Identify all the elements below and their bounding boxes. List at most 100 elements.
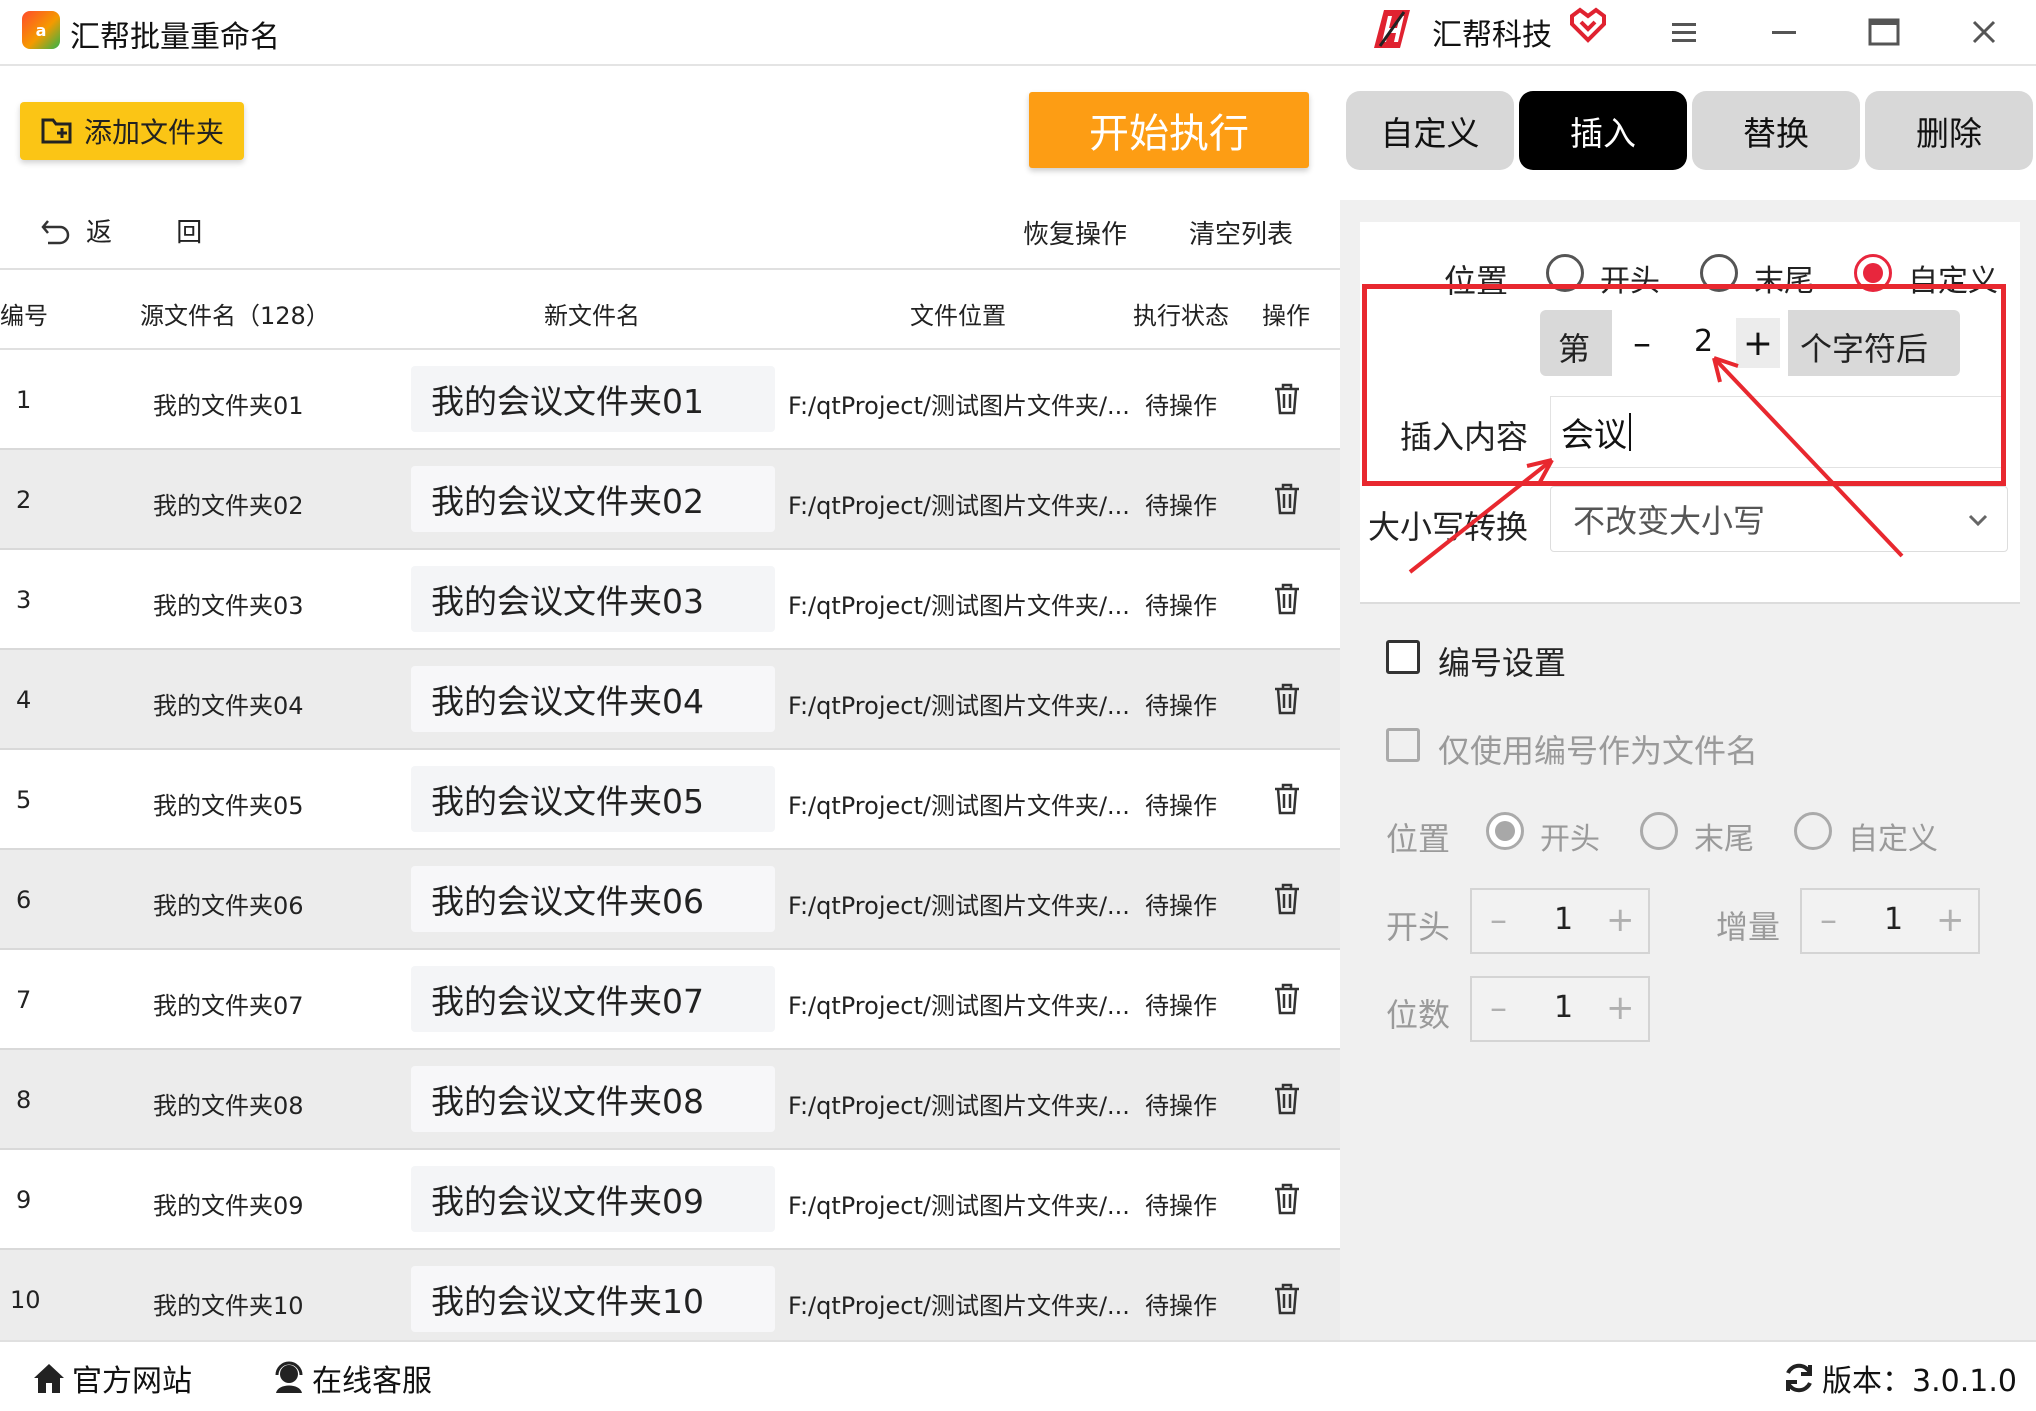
header-newname: 新文件名 (544, 302, 640, 330)
row-num: 2 (16, 486, 32, 514)
minus-icon[interactable]: – (1820, 900, 1837, 940)
row-new-name-field[interactable]: 我的会议文件夹05 (411, 766, 775, 832)
table-row[interactable]: 10 我的文件夹10 我的会议文件夹10 F:/qtProject/测试图片文件… (0, 1250, 1340, 1350)
trash-icon[interactable] (1272, 1082, 1302, 1116)
clear-list-button[interactable]: 清空列表 (1189, 214, 1293, 251)
tab-delete[interactable]: 删除 (1865, 91, 2033, 170)
tab-custom[interactable]: 自定义 (1346, 91, 1514, 170)
app-logo-icon: a (22, 11, 60, 49)
row-source-name: 我的文件夹05 (153, 792, 304, 820)
back-label: 返 回 (86, 218, 231, 248)
row-location: F:/qtProject/测试图片文件夹/... (788, 692, 1130, 720)
row-new-name-field[interactable]: 我的会议文件夹04 (411, 666, 775, 732)
trash-icon[interactable] (1272, 582, 1302, 616)
table-row[interactable]: 9 我的文件夹09 我的会议文件夹09 F:/qtProject/测试图片文件夹… (0, 1150, 1340, 1250)
title-bar: a 汇帮批量重命名 汇帮科技 (0, 0, 2036, 66)
digits-stepper[interactable]: – 1 + (1470, 976, 1650, 1042)
website-link[interactable]: 官方网站 (30, 1356, 192, 1400)
close-icon[interactable] (1964, 12, 2004, 52)
row-new-name-field[interactable]: 我的会议文件夹10 (411, 1266, 775, 1332)
tab-replace[interactable]: 替换 (1692, 91, 1860, 170)
table-row[interactable]: 6 我的文件夹06 我的会议文件夹06 F:/qtProject/测试图片文件夹… (0, 850, 1340, 950)
row-status: 待操作 (1145, 1092, 1217, 1120)
numbering-custom-label: 自定义 (1848, 822, 1938, 857)
row-location: F:/qtProject/测试图片文件夹/... (788, 792, 1130, 820)
row-location: F:/qtProject/测试图片文件夹/... (788, 392, 1130, 420)
numbering-custom-radio[interactable] (1794, 812, 1832, 850)
row-new-name-field[interactable]: 我的会议文件夹09 (411, 1166, 775, 1232)
row-location: F:/qtProject/测试图片文件夹/... (788, 992, 1130, 1020)
trash-icon[interactable] (1272, 982, 1302, 1016)
trash-icon[interactable] (1272, 1282, 1302, 1316)
minus-icon[interactable]: – (1490, 900, 1507, 940)
row-status: 待操作 (1145, 1292, 1217, 1320)
row-num: 9 (16, 1186, 32, 1214)
row-new-name-field[interactable]: 我的会议文件夹01 (411, 366, 775, 432)
row-status: 待操作 (1145, 1192, 1217, 1220)
numbering-start-radio[interactable] (1486, 812, 1524, 850)
row-location: F:/qtProject/测试图片文件夹/... (788, 892, 1130, 920)
table-row[interactable]: 7 我的文件夹07 我的会议文件夹07 F:/qtProject/测试图片文件夹… (0, 950, 1340, 1050)
trash-icon[interactable] (1272, 482, 1302, 516)
header-num: 编号 (0, 302, 48, 330)
table-row[interactable]: 4 我的文件夹04 我的会议文件夹04 F:/qtProject/测试图片文件夹… (0, 650, 1340, 750)
step-stepper[interactable]: – 1 + (1800, 888, 1980, 954)
step-value: 1 (1884, 902, 1904, 937)
maximize-icon[interactable] (1864, 12, 1904, 52)
table-row[interactable]: 8 我的文件夹08 我的会议文件夹08 F:/qtProject/测试图片文件夹… (0, 1050, 1340, 1150)
row-source-name: 我的文件夹01 (153, 392, 304, 420)
header-action: 操作 (1262, 302, 1310, 330)
trash-icon[interactable] (1272, 682, 1302, 716)
home-icon (34, 1364, 64, 1393)
back-button[interactable]: 返 回 (40, 212, 230, 249)
add-folder-label: 添加文件夹 (84, 116, 225, 149)
case-select-value: 不改变大小写 (1573, 502, 1766, 540)
trash-icon[interactable] (1272, 882, 1302, 916)
plus-icon[interactable]: + (1606, 900, 1635, 940)
row-num: 6 (16, 886, 32, 914)
row-new-name-field[interactable]: 我的会议文件夹06 (411, 866, 775, 932)
start-value: 1 (1554, 902, 1574, 937)
row-num: 8 (16, 1086, 32, 1114)
add-folder-button[interactable]: 添加文件夹 (20, 102, 244, 160)
row-status: 待操作 (1145, 492, 1217, 520)
case-select[interactable]: 不改变大小写 (1550, 486, 2008, 552)
row-new-name-field[interactable]: 我的会议文件夹07 (411, 966, 775, 1032)
numbering-end-radio[interactable] (1640, 812, 1678, 850)
row-num: 10 (10, 1286, 41, 1314)
brand-name: 汇帮科技 (1432, 18, 1552, 53)
brand-logo-icon (1374, 10, 1410, 48)
support-link[interactable]: 在线客服 (270, 1356, 432, 1400)
only-number-checkbox[interactable] (1386, 728, 1420, 762)
row-location: F:/qtProject/测试图片文件夹/... (788, 592, 1130, 620)
row-num: 5 (16, 786, 32, 814)
minus-icon[interactable]: – (1490, 988, 1507, 1028)
row-new-name-field[interactable]: 我的会议文件夹03 (411, 566, 775, 632)
plus-icon[interactable]: + (1936, 900, 1965, 940)
row-source-name: 我的文件夹04 (153, 692, 304, 720)
trash-icon[interactable] (1272, 382, 1302, 416)
row-status: 待操作 (1145, 892, 1217, 920)
numbering-checkbox[interactable] (1386, 640, 1420, 674)
menu-icon[interactable] (1664, 12, 1704, 52)
table-row[interactable]: 3 我的文件夹03 我的会议文件夹03 F:/qtProject/测试图片文件夹… (0, 550, 1340, 650)
row-location: F:/qtProject/测试图片文件夹/... (788, 492, 1130, 520)
trash-icon[interactable] (1272, 1182, 1302, 1216)
row-num: 7 (16, 986, 32, 1014)
row-new-name-field[interactable]: 我的会议文件夹08 (411, 1066, 775, 1132)
numbering-section (1360, 602, 2020, 1340)
start-button[interactable]: 开始执行 (1029, 92, 1309, 168)
table-row[interactable]: 1 我的文件夹01 我的会议文件夹01 F:/qtProject/测试图片文件夹… (0, 350, 1340, 450)
table-row[interactable]: 5 我的文件夹05 我的会议文件夹05 F:/qtProject/测试图片文件夹… (0, 750, 1340, 850)
tab-insert[interactable]: 插入 (1519, 91, 1687, 170)
annotation-highlight-box (1362, 284, 2006, 486)
restore-button[interactable]: 恢复操作 (1023, 214, 1127, 251)
trash-icon[interactable] (1272, 782, 1302, 816)
chevron-down-icon (1968, 514, 1988, 527)
row-source-name: 我的文件夹06 (153, 892, 304, 920)
minimize-icon[interactable] (1764, 12, 1804, 52)
start-value-stepper[interactable]: – 1 + (1470, 888, 1650, 954)
plus-icon[interactable]: + (1606, 988, 1635, 1028)
table-row[interactable]: 2 我的文件夹02 我的会议文件夹02 F:/qtProject/测试图片文件夹… (0, 450, 1340, 550)
row-new-name-field[interactable]: 我的会议文件夹02 (411, 466, 775, 532)
